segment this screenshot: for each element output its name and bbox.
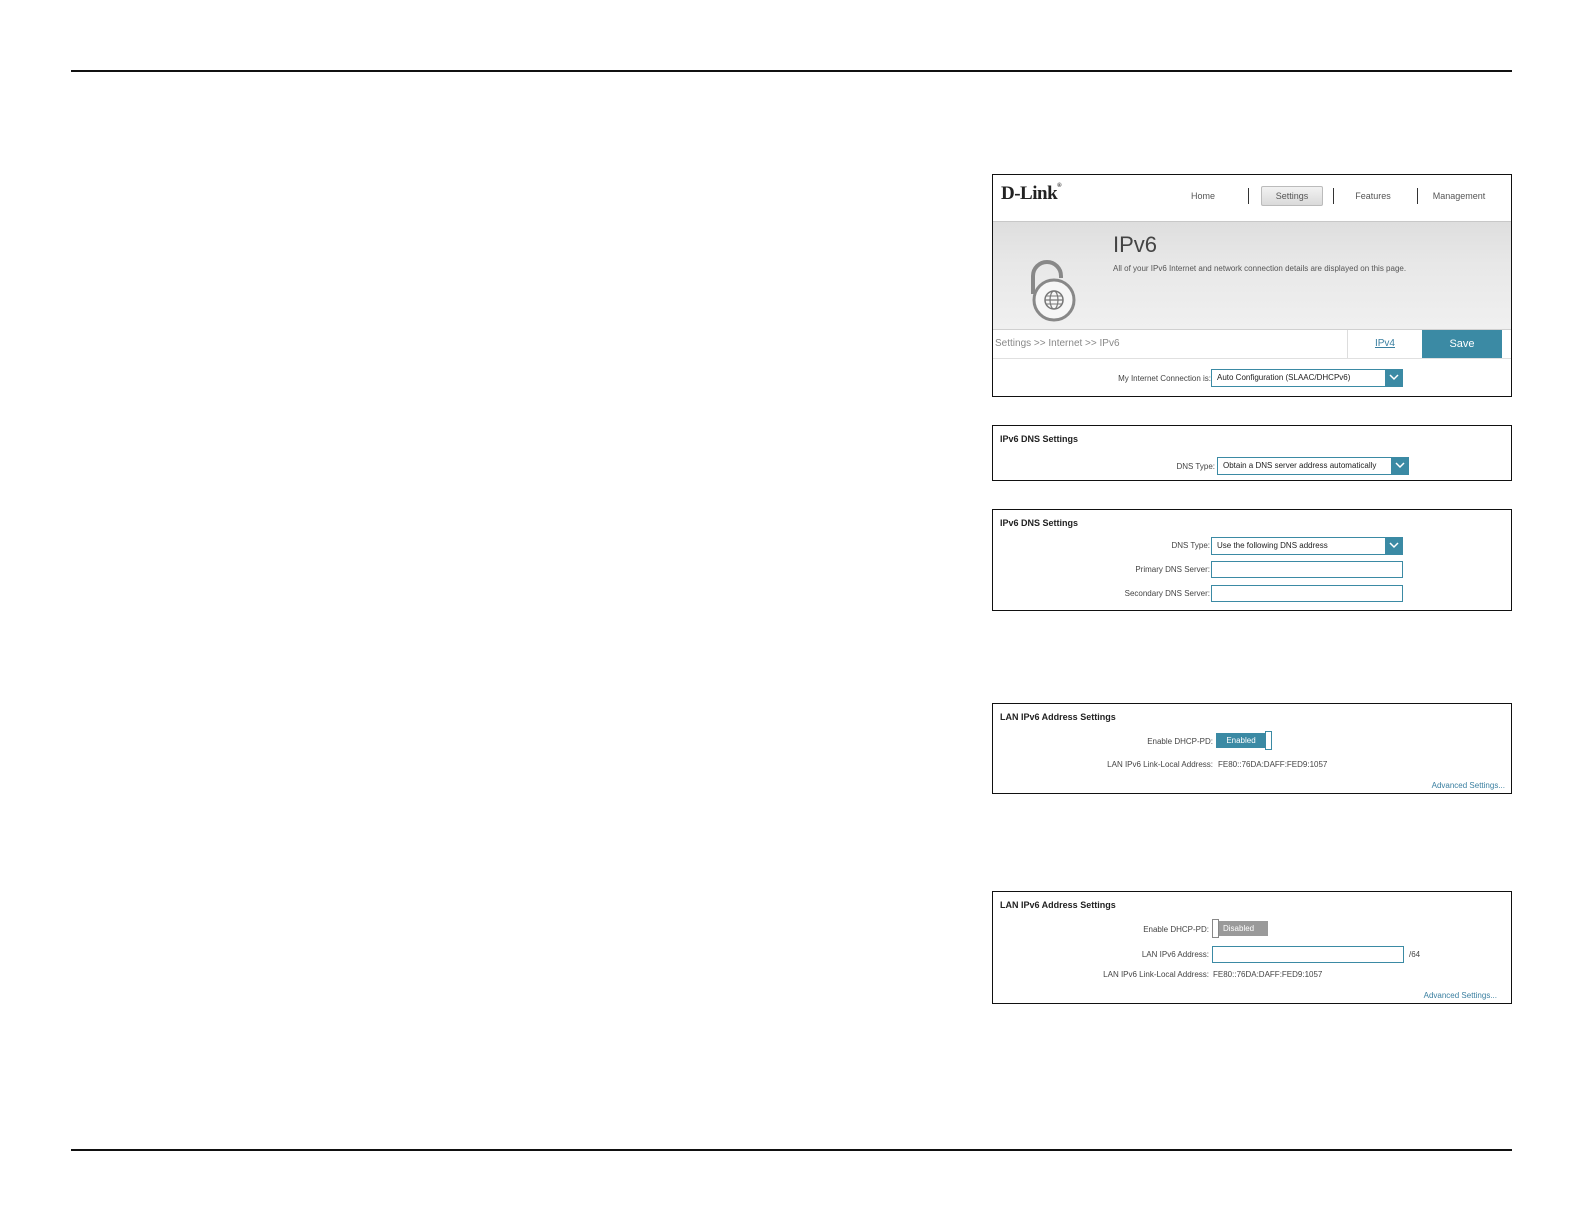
breadcrumb-bar: Settings >> Internet >> IPv6 IPv4 Save [993, 329, 1511, 359]
toggle-knob[interactable] [1265, 731, 1272, 750]
dhcp-pd-label: Enable DHCP-PD: [1143, 925, 1209, 934]
dns-type-select[interactable]: Obtain a DNS server address automaticall… [1217, 457, 1409, 475]
top-nav: Home Settings Features Management [993, 186, 1511, 206]
nav-features[interactable]: Features [1348, 186, 1398, 206]
primary-dns-label: Primary DNS Server: [1135, 565, 1210, 574]
secondary-dns-input[interactable] [1211, 585, 1403, 602]
chevron-down-icon[interactable] [1385, 537, 1403, 555]
lan-ipv6-address-label: LAN IPv6 Address: [1141, 950, 1209, 959]
section-title: IPv6 DNS Settings [1000, 434, 1079, 444]
link-local-value: FE80::76DA:DAFF:FED9:1057 [1213, 970, 1323, 979]
save-button[interactable]: Save [1422, 330, 1502, 358]
ipv6-header-panel: D-Link® Home Settings Features Managemen… [992, 174, 1512, 397]
section-title: LAN IPv6 Address Settings [1000, 712, 1116, 722]
page-description: All of your IPv6 Internet and network co… [1113, 264, 1407, 273]
nav-management[interactable]: Management [1428, 186, 1490, 206]
globe-lock-icon [1031, 260, 1076, 322]
dns-type-select[interactable]: Use the following DNS address [1211, 537, 1403, 555]
ipv4-link[interactable]: IPv4 [1347, 330, 1422, 358]
chevron-down-icon[interactable] [1391, 457, 1409, 475]
prefix-suffix: /64 [1409, 950, 1421, 959]
link-local-label: LAN IPv6 Link-Local Address: [1107, 760, 1213, 769]
connection-type-value: Auto Configuration (SLAAC/DHCPv6) [1217, 373, 1351, 382]
nav-separator [1417, 188, 1418, 204]
dhcp-pd-state: Enabled [1216, 733, 1266, 748]
dns-auto-panel: IPv6 DNS Settings DNS Type: Obtain a DNS… [992, 425, 1512, 481]
page-banner: IPv6 All of your IPv6 Internet and netwo… [993, 221, 1511, 329]
section-title: IPv6 DNS Settings [1000, 518, 1079, 528]
connection-type-select[interactable]: Auto Configuration (SLAAC/DHCPv6) [1211, 369, 1403, 387]
link-local-label: LAN IPv6 Link-Local Address: [1103, 970, 1209, 979]
secondary-dns-label: Secondary DNS Server: [1124, 589, 1210, 598]
nav-separator [1248, 188, 1249, 204]
chevron-down-icon[interactable] [1385, 369, 1403, 387]
toggle-knob[interactable] [1212, 919, 1219, 938]
primary-dns-input[interactable] [1211, 561, 1403, 578]
connection-type-label: My Internet Connection is: [1118, 374, 1211, 383]
dhcp-pd-state: Disabled [1219, 921, 1268, 936]
bottom-rule [71, 1149, 1512, 1151]
dns-manual-panel: IPv6 DNS Settings DNS Type: Use the foll… [992, 509, 1512, 611]
dns-type-value: Obtain a DNS server address automaticall… [1223, 461, 1377, 470]
nav-separator [1333, 188, 1334, 204]
section-title: LAN IPv6 Address Settings [1000, 900, 1116, 910]
link-local-value: FE80::76DA:DAFF:FED9:1057 [1218, 760, 1328, 769]
lan-ipv6-disabled-panel: LAN IPv6 Address Settings Enable DHCP-PD… [992, 891, 1512, 1004]
nav-home[interactable]: Home [1183, 186, 1223, 206]
nav-settings[interactable]: Settings [1261, 186, 1323, 206]
lan-ipv6-enabled-panel: LAN IPv6 Address Settings Enable DHCP-PD… [992, 703, 1512, 794]
lan-ipv6-address-input[interactable] [1212, 946, 1404, 963]
top-rule [71, 70, 1512, 72]
page-title: IPv6 [1113, 232, 1158, 257]
advanced-settings-link[interactable]: Advanced Settings... [1424, 991, 1497, 1000]
advanced-settings-link[interactable]: Advanced Settings... [1432, 781, 1505, 790]
dhcp-pd-toggle[interactable]: Disabled [1212, 919, 1268, 938]
dhcp-pd-toggle[interactable]: Enabled [1216, 731, 1272, 750]
breadcrumb: Settings >> Internet >> IPv6 [995, 338, 1120, 349]
dns-type-label: DNS Type: [1176, 462, 1215, 471]
dhcp-pd-label: Enable DHCP-PD: [1147, 737, 1213, 746]
dns-type-value: Use the following DNS address [1217, 541, 1328, 550]
dns-type-label: DNS Type: [1171, 541, 1210, 550]
